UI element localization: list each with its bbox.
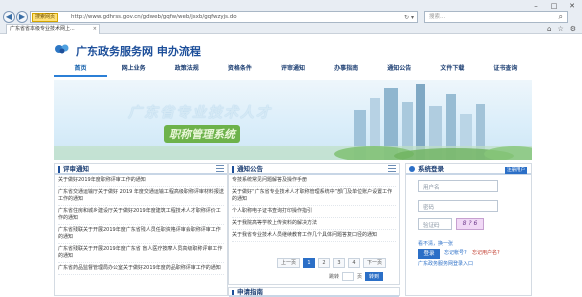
menu-item-announcements[interactable]: 通知公告 bbox=[373, 63, 426, 77]
refresh-captcha-link[interactable]: 看不清，换一张 bbox=[418, 241, 453, 248]
forward-icon[interactable]: ▶ bbox=[16, 11, 28, 23]
user-icon bbox=[409, 166, 415, 172]
menu-item-qualification[interactable]: 资格条件 bbox=[213, 63, 266, 77]
list-item[interactable]: 广东省残联关于开展2019年度广东省 盲人医疗按摩人员高级职称评审工作的通知 bbox=[58, 244, 224, 263]
page-number-input[interactable] bbox=[342, 272, 355, 281]
pagination: 上一页 1 2 3 4 下一页 bbox=[277, 258, 387, 268]
list-item[interactable]: 广东省住房和城乡建设厅关于做好2019年度建筑工程技术人才职称评价工作的通知 bbox=[58, 206, 224, 225]
list-item[interactable]: 广东省药品监督管理局办公室关于做好2019年度药品职称评审工作的通知 bbox=[58, 263, 224, 275]
page-3-button[interactable]: 3 bbox=[333, 258, 346, 268]
page-jump: 跳转 页 转到 bbox=[329, 272, 384, 281]
menu-item-online-business[interactable]: 网上业务 bbox=[107, 63, 160, 77]
minimize-icon[interactable]: – bbox=[528, 2, 544, 11]
page-unit: 页 bbox=[357, 274, 363, 280]
browser-toolbar: ⌂ ☆ ⚙ bbox=[547, 25, 576, 33]
captcha-image[interactable]: 8 ? 6 bbox=[456, 218, 484, 230]
next-page-button[interactable]: 下一页 bbox=[363, 258, 387, 268]
banner-title: 广东省专业技术人才 bbox=[128, 105, 272, 121]
address-url[interactable]: http://www.gdhrss.gov.cn/gdweb/gqfw/web/… bbox=[71, 13, 237, 22]
password-field[interactable]: 密码 bbox=[418, 200, 498, 212]
panel-header: 通知公告 bbox=[229, 164, 399, 175]
list-item[interactable]: 关于我省专业技术人员继续教育工作几个具体问题答复口径的通知 bbox=[232, 230, 396, 242]
browser-tab[interactable]: 广东省省本级专业技术网上... × bbox=[6, 24, 100, 34]
home-icon[interactable]: ⌂ bbox=[547, 25, 551, 33]
jump-label: 跳转 bbox=[329, 274, 340, 280]
maximize-icon[interactable]: □ bbox=[546, 2, 562, 11]
search-placeholder: 搜索... bbox=[429, 14, 446, 20]
password-placeholder: 密码 bbox=[423, 205, 435, 211]
more-list-icon[interactable] bbox=[388, 165, 396, 172]
captcha-placeholder: 验证码 bbox=[423, 223, 440, 229]
login-panel: 系统登录 注册用户 用户名 密码 验证码 8 ? 6 看不清，换一张 登录 忘记… bbox=[405, 163, 532, 296]
panel-title: 系统登录 bbox=[418, 165, 444, 173]
go-button[interactable]: 转到 bbox=[365, 272, 384, 281]
announcement-list: 专技系统常见问题解答及操作手册 关于做好“广东省专业技术人才职称管理系统中”部门… bbox=[229, 175, 399, 242]
list-item[interactable]: 关于我院高等学校上传资料的解决方法 bbox=[232, 218, 396, 230]
menu-item-guide[interactable]: 办事指南 bbox=[320, 63, 373, 77]
tab-title: 广东省省本级专业技术网上... bbox=[10, 26, 75, 32]
review-notice-list: 关于做好2019年度职称评审工作的通知 广东省交通运输厅关于做好 2019 年度… bbox=[55, 175, 227, 275]
panel-title: 申请指南 bbox=[237, 288, 263, 296]
list-item[interactable]: 关于做好“广东省专业技术人才职称管理系统中”部门及单位账户设置工作的通知 bbox=[232, 187, 396, 206]
menu-item-review-notice[interactable]: 评审通知 bbox=[266, 63, 319, 77]
register-button[interactable]: 注册用户 bbox=[505, 167, 527, 174]
panel-header: 评审通知 bbox=[55, 164, 227, 175]
favorites-icon[interactable]: ☆ bbox=[557, 25, 563, 33]
settings-gear-icon[interactable]: ⚙ bbox=[570, 25, 576, 33]
login-button[interactable]: 登录 bbox=[418, 249, 440, 259]
page-2-button[interactable]: 2 bbox=[318, 258, 331, 268]
list-item[interactable]: 广东省交通运输厅关于做好 2019 年度交通运输工程高级职称评审材料报送工作的通… bbox=[58, 187, 224, 206]
menu-item-home[interactable]: 首页 bbox=[54, 63, 108, 77]
more-list-icon[interactable] bbox=[216, 165, 224, 172]
banner-subtitle: 职称管理系统 bbox=[164, 125, 240, 143]
gov-service-login-link[interactable]: 广东政务服务网登录入口 bbox=[418, 261, 473, 268]
site-title: 广东政务服务网 申办流程 bbox=[76, 45, 201, 58]
city-skyline-image bbox=[54, 84, 532, 160]
forgot-account-link[interactable]: 忘记帐号? bbox=[444, 250, 467, 257]
browser-chrome: – □ ✕ ◀ ▶ 搜索网页 http://www.gdhrss.gov.cn/… bbox=[0, 0, 582, 34]
guide-panel: 申请指南 bbox=[228, 287, 400, 297]
page-1-button[interactable]: 1 bbox=[303, 258, 316, 268]
page-4-button[interactable]: 4 bbox=[348, 258, 361, 268]
hero-banner: 广东省专业技术人才 职称管理系统 bbox=[54, 80, 532, 160]
panel-header: 系统登录 注册用户 bbox=[406, 164, 531, 175]
site-logo-icon bbox=[55, 44, 69, 54]
header-accent bbox=[232, 290, 234, 295]
list-item[interactable]: 个人职称电子证书查询打印操作指引 bbox=[232, 206, 396, 218]
review-notice-panel: 评审通知 关于做好2019年度职称评审工作的通知 广东省交通运输厅关于做好 20… bbox=[54, 163, 228, 296]
browser-search-box[interactable]: 搜索... ⌕ bbox=[424, 11, 568, 23]
close-icon[interactable]: ✕ bbox=[564, 2, 580, 11]
address-bar[interactable]: 搜索网页 http://www.gdhrss.gov.cn/gdweb/gqfw… bbox=[30, 11, 418, 23]
panel-title: 通知公告 bbox=[237, 165, 263, 173]
menu-item-policy[interactable]: 政策法规 bbox=[160, 63, 213, 77]
forgot-username-link[interactable]: 忘记用户名? bbox=[472, 250, 500, 257]
search-icon[interactable]: ⌕ bbox=[559, 12, 563, 22]
header-accent bbox=[232, 166, 234, 173]
menu-item-downloads[interactable]: 文件下载 bbox=[426, 63, 479, 77]
username-field[interactable]: 用户名 bbox=[418, 180, 498, 192]
list-item[interactable]: 专技系统常见问题解答及操作手册 bbox=[232, 175, 396, 187]
refresh-icon[interactable]: ↻ ▾ bbox=[404, 13, 414, 22]
back-icon[interactable]: ◀ bbox=[3, 11, 15, 23]
tab-close-icon[interactable]: × bbox=[93, 25, 97, 34]
username-placeholder: 用户名 bbox=[423, 185, 440, 191]
prev-page-button[interactable]: 上一页 bbox=[277, 258, 301, 268]
menu-item-certificate[interactable]: 证书查询 bbox=[479, 63, 532, 77]
header-accent bbox=[58, 166, 60, 173]
list-item[interactable]: 广东省残联关于开展2019年度广东省残人员任职资格评审会职称评审工作的通知 bbox=[58, 225, 224, 244]
announcement-panel: 通知公告 专技系统常见问题解答及操作手册 关于做好“广东省专业技术人才职称管理系… bbox=[228, 163, 400, 285]
list-item[interactable]: 关于做好2019年度职称评审工作的通知 bbox=[58, 175, 224, 187]
window-controls: – □ ✕ bbox=[528, 2, 580, 11]
captcha-field[interactable]: 验证码 bbox=[418, 218, 452, 230]
main-menu: 首页 网上业务 政策法规 资格条件 评审通知 办事指南 通知公告 文件下载 证书… bbox=[54, 63, 532, 77]
panel-title: 评审通知 bbox=[63, 165, 89, 173]
address-tag: 搜索网页 bbox=[32, 13, 59, 22]
